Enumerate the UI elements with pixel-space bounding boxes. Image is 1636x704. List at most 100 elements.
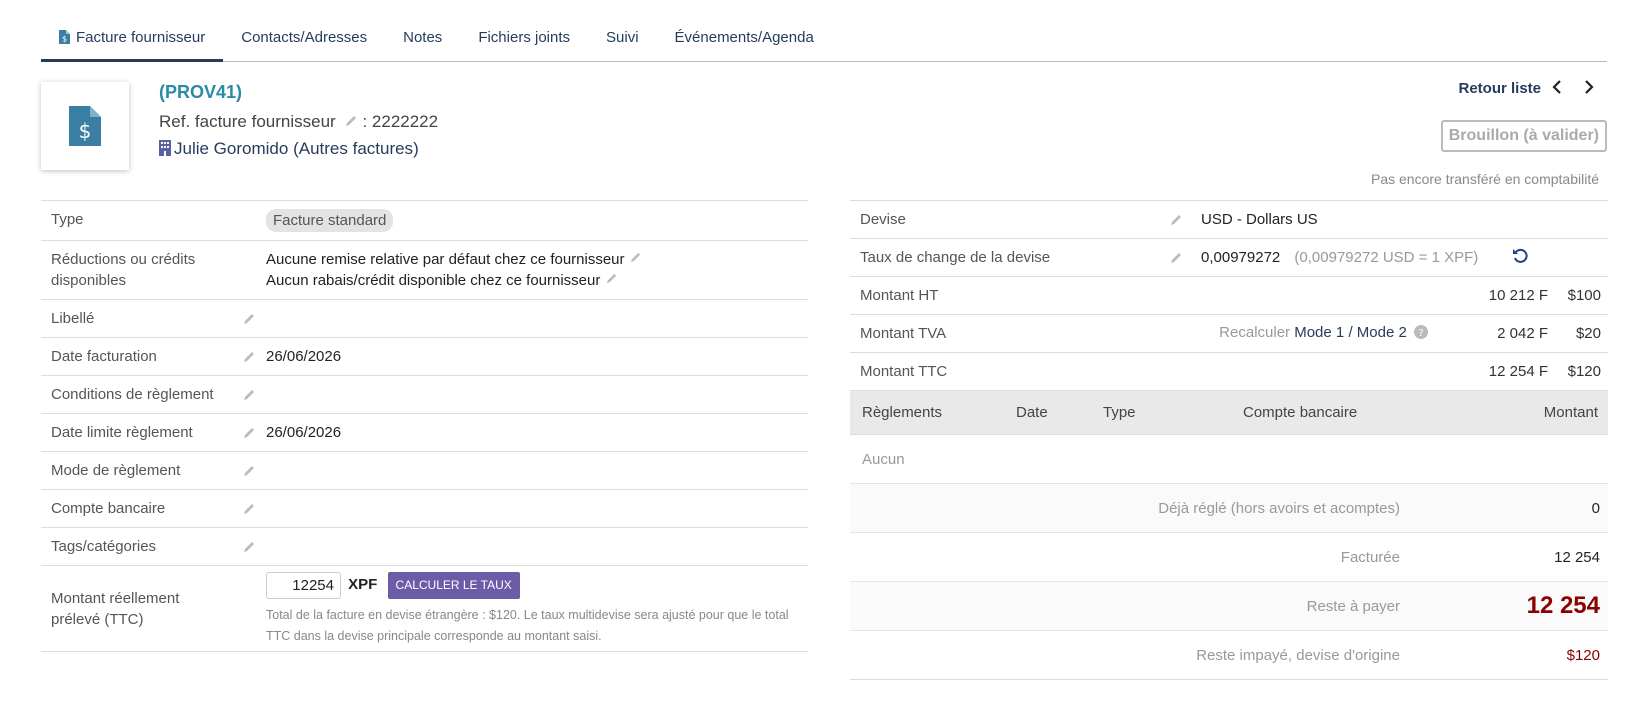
payment-terms-label: Conditions de règlement: [51, 386, 214, 403]
supplier-ref-separator: :: [362, 112, 368, 131]
tva-local: 2 042 F: [1497, 325, 1548, 342]
supplier-ref-label: Ref. facture fournisseur: [159, 112, 336, 131]
invoice-details-table: Type Facture standard Réductions ou créd…: [41, 200, 808, 652]
real-amount-label: Montant réellement prélevé (TTC): [51, 589, 180, 628]
invoice-date-value: 26/06/2026: [266, 348, 342, 365]
discount-row: Réductions ou crédits disponibles Aucune…: [41, 241, 808, 300]
tab-tracking[interactable]: Suivi: [588, 22, 657, 62]
edit-pencil-icon[interactable]: [239, 338, 259, 375]
edit-pencil-icon[interactable]: [629, 251, 642, 268]
supplier-line: Julie Goromido (Autres factures): [159, 139, 419, 161]
col-bank-account: Compte bancaire: [1243, 404, 1358, 421]
tab-label: Facture fournisseur: [76, 29, 206, 46]
mode2-link[interactable]: Mode 2: [1357, 324, 1407, 341]
close-paren: ): [413, 139, 419, 158]
payment-terms-row: Conditions de règlement: [41, 376, 808, 414]
tva-row: Montant TVA Recalculer Mode 1 / Mode 2 ?…: [850, 315, 1608, 353]
edit-pencil-icon[interactable]: [239, 490, 259, 527]
tva-foreign: $20: [1575, 325, 1601, 342]
edit-pencil-icon[interactable]: [1160, 251, 1192, 265]
help-icon[interactable]: ?: [1414, 325, 1428, 343]
payments-header: Règlements Date Type Compte bancaire Mon…: [850, 391, 1608, 435]
currency-label: Devise: [860, 211, 906, 228]
discount-line-1: Aucune remise relative par défaut chez c…: [266, 251, 625, 268]
back-to-list-link[interactable]: Retour liste: [1458, 80, 1541, 97]
svg-text:$: $: [79, 119, 92, 143]
invoice-date-label: Date facturation: [51, 348, 157, 365]
mode-separator: /: [1348, 324, 1353, 341]
invoice-date-row: Date facturation 26/06/2026: [41, 338, 808, 376]
remaining-foreign-label: Reste impayé, devise d'origine: [1196, 646, 1400, 664]
edit-pencil-icon[interactable]: [239, 414, 259, 451]
already-paid-label: Déjà réglé (hors avoirs et acomptes): [1158, 499, 1400, 517]
invoice-icon: $: [59, 30, 70, 48]
ht-foreign: $100: [1567, 287, 1601, 304]
tab-contacts[interactable]: Contacts/Adresses: [223, 22, 385, 62]
rate-row: Taux de change de la devise 0,00979272 (…: [850, 239, 1608, 277]
already-paid-value: 0: [1591, 499, 1600, 517]
edit-pencil-icon[interactable]: [1160, 213, 1192, 227]
edit-pencil-icon[interactable]: [239, 300, 259, 337]
tab-notes[interactable]: Notes: [385, 22, 460, 62]
remaining-foreign-value: $120: [1566, 646, 1600, 664]
ht-local: 10 212 F: [1488, 287, 1548, 304]
calculate-rate-button[interactable]: CALCULER LE TAUX: [387, 572, 520, 599]
real-amount-row: Montant réellement prélevé (TTC) 12254 X…: [41, 566, 808, 652]
billed-label: Facturée: [1340, 548, 1400, 566]
edit-pencil-icon[interactable]: [605, 272, 618, 289]
real-amount-help: Total de la facture en devise étrangère …: [266, 608, 789, 643]
col-type: Type: [1103, 404, 1136, 421]
edit-pencil-icon[interactable]: [239, 376, 259, 413]
ht-label: Montant HT: [860, 287, 939, 304]
invoice-document-icon: $: [41, 82, 129, 170]
building-icon: [159, 140, 171, 161]
previous-record-button[interactable]: [1548, 80, 1566, 98]
ttc-label: Montant TTC: [860, 363, 948, 380]
billed-row: Facturée 12 254: [850, 533, 1608, 582]
libelle-row: Libellé: [41, 300, 808, 338]
bank-account-label: Compte bancaire: [51, 500, 166, 517]
currency-value: USD - Dollars US: [1201, 211, 1318, 228]
edit-pencil-icon[interactable]: [239, 528, 259, 565]
col-amount: Montant: [1543, 404, 1598, 421]
amounts-table: Devise USD - Dollars US Taux de change d…: [850, 200, 1608, 680]
discount-line-2: Aucun rabais/crédit disponible chez ce f…: [266, 272, 601, 289]
svg-text:?: ?: [1418, 328, 1423, 339]
supplier-ref-value: 2222222: [371, 112, 439, 131]
rate-label: Taux de change de la devise: [860, 249, 1051, 266]
ttc-foreign: $120: [1567, 363, 1601, 380]
ht-row: Montant HT 10 212 F $100: [850, 277, 1608, 315]
tags-row: Tags/catégories: [41, 528, 808, 566]
rate-value: 0,00979272: [1201, 248, 1281, 266]
remaining-foreign-row: Reste impayé, devise d'origine $120: [850, 631, 1608, 680]
bank-account-row: Compte bancaire: [41, 490, 808, 528]
billed-value: 12 254: [1554, 548, 1600, 566]
payment-mode-label: Mode de règlement: [51, 462, 181, 479]
edit-pencil-icon[interactable]: [239, 452, 259, 489]
other-invoices-link[interactable]: Autres factures: [299, 139, 413, 158]
supplier-name-link[interactable]: Julie Goromido: [174, 139, 288, 158]
payment-mode-row: Mode de règlement: [41, 452, 808, 490]
tab-events[interactable]: Événements/Agenda: [657, 22, 832, 62]
refresh-icon[interactable]: [1512, 248, 1528, 268]
invoice-ref: (PROV41): [159, 82, 243, 102]
type-badge: Facture standard: [266, 209, 394, 232]
real-amount-input[interactable]: 12254: [266, 572, 341, 599]
tab-bar: $ Facture fournisseur Contacts/Adresses …: [41, 22, 1607, 62]
tva-label: Montant TVA: [860, 325, 947, 342]
edit-pencil-icon[interactable]: [344, 113, 358, 133]
rate-detail: (0,00979272 USD = 1 XPF): [1294, 248, 1479, 266]
mode1-link[interactable]: Mode 1: [1294, 324, 1344, 341]
next-record-button[interactable]: [1580, 80, 1598, 98]
libelle-label: Libellé: [51, 310, 95, 327]
recalc-label: Recalculer: [1219, 324, 1291, 341]
discount-label: Réductions ou crédits disponibles: [51, 251, 196, 289]
tab-attached-files[interactable]: Fichiers joints: [460, 22, 588, 62]
already-paid-row: Déjà réglé (hors avoirs et acomptes) 0: [850, 484, 1608, 533]
tab-supplier-invoice[interactable]: $ Facture fournisseur: [41, 22, 224, 62]
status-badge: Brouillon (à valider): [1440, 120, 1607, 152]
col-date: Date: [1016, 404, 1048, 421]
supplier-ref-line: Ref. facture fournisseur : 2222222: [159, 112, 438, 133]
remaining-value: 12 254: [1526, 592, 1600, 619]
accounting-status: Pas encore transféré en comptabilité: [1370, 171, 1599, 187]
